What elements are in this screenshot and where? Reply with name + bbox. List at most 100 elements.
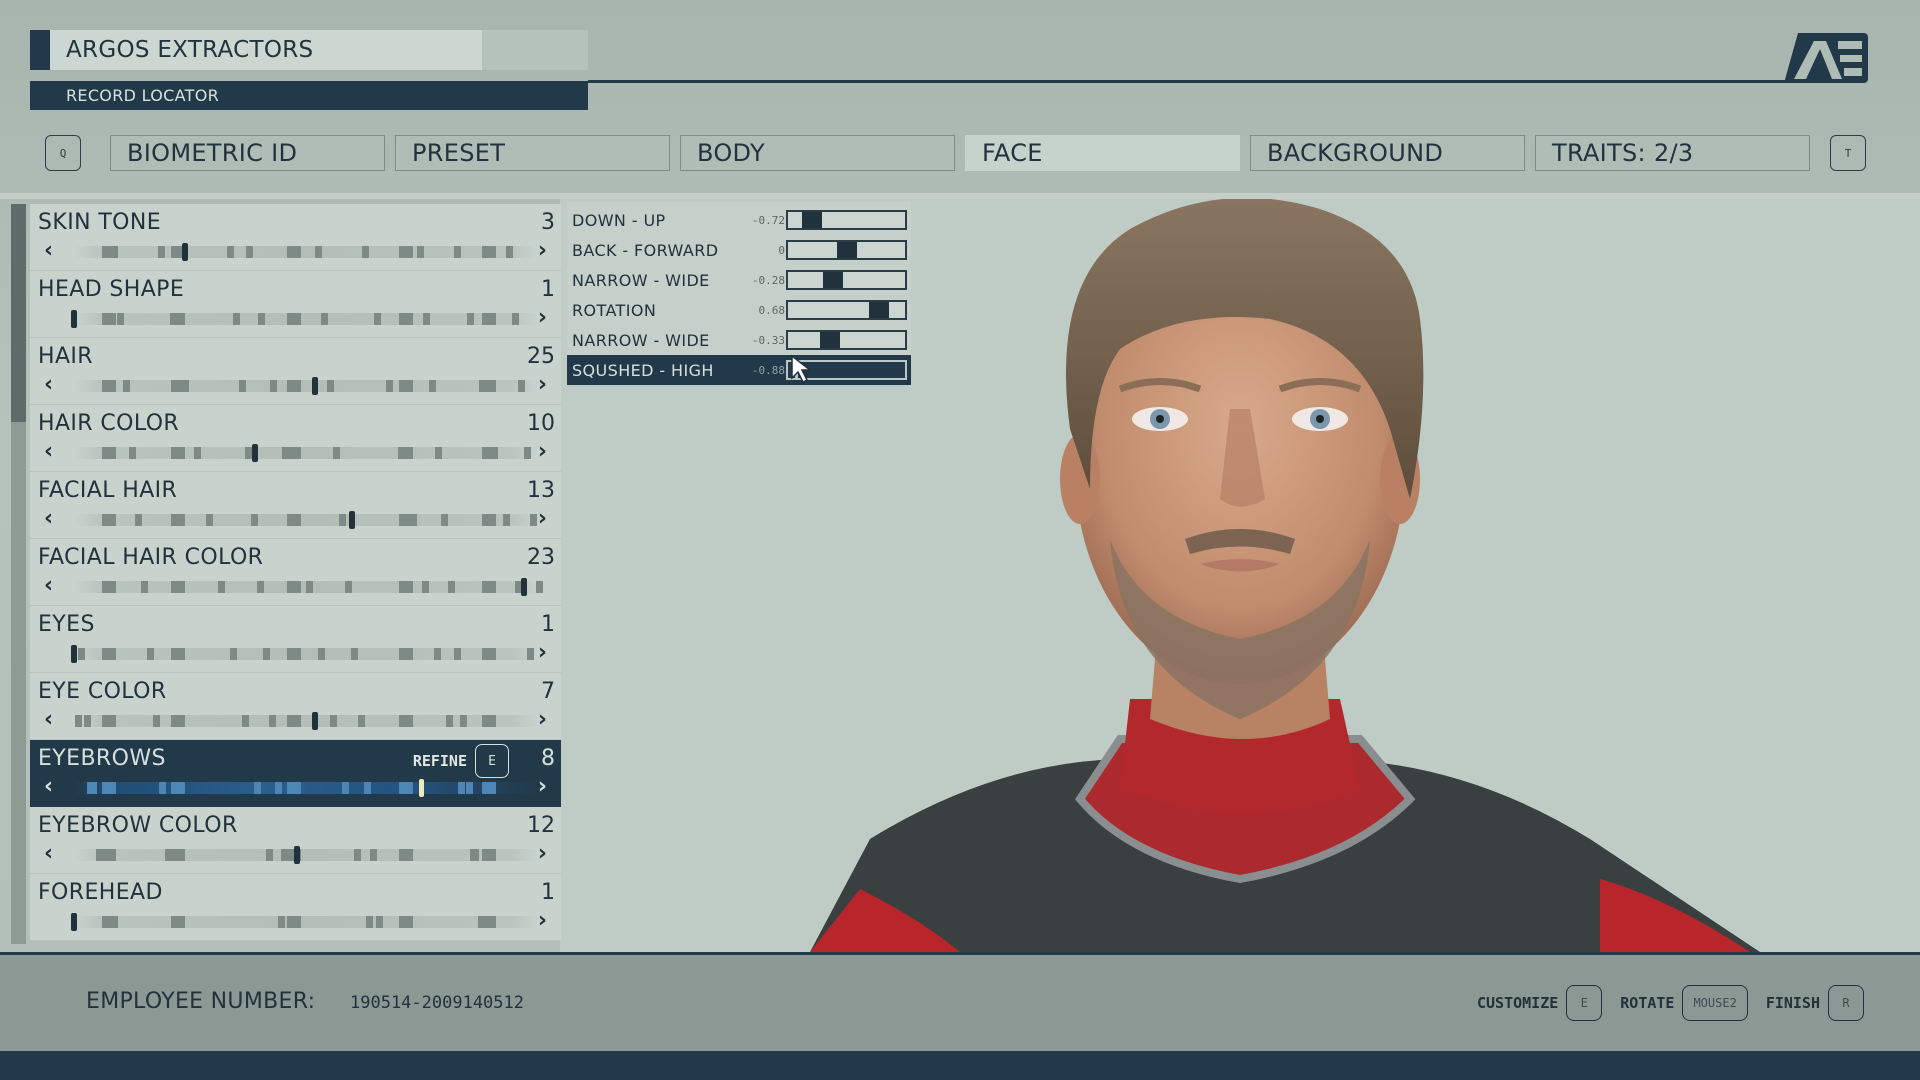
option-label: HAIR COLOR (38, 411, 180, 436)
tab-preset[interactable]: PRESET (395, 135, 670, 171)
character-portrait[interactable] (800, 199, 1800, 952)
refine-slider-track[interactable] (786, 330, 907, 350)
option-slider[interactable] (74, 511, 538, 529)
option-slider[interactable] (71, 310, 538, 328)
option-row-eyebrows[interactable]: EYEBROWS 8 REFINE E ‹ › (30, 740, 561, 807)
rotate-button[interactable]: ROTATE MOUSE2 (1620, 985, 1748, 1021)
option-row-forehead[interactable]: FOREHEAD 1 › (30, 874, 561, 941)
customize-button[interactable]: CUSTOMIZE E (1477, 985, 1603, 1021)
slider-knob[interactable] (182, 243, 189, 261)
refine-slider-track[interactable] (786, 210, 907, 230)
refine-slider-thumb[interactable] (836, 242, 857, 258)
slider-tick (482, 849, 497, 861)
tab-background[interactable]: BACKGROUND (1250, 135, 1525, 171)
option-row-facial-hair[interactable]: FACIAL HAIR 13 ‹ › (30, 472, 561, 539)
slider-tick (361, 246, 369, 258)
option-row-skin-tone[interactable]: SKIN TONE 3 ‹ › (30, 204, 561, 271)
option-slider[interactable] (74, 444, 538, 462)
option-row-hair[interactable]: HAIR 25 ‹ › (30, 338, 561, 405)
option-row-facial-hair-color[interactable]: FACIAL HAIR COLOR 23 ‹ (30, 539, 561, 606)
refine-slider-track[interactable] (786, 300, 907, 320)
prev-tab-key-hint[interactable]: Q (45, 135, 81, 171)
slider-knob[interactable] (71, 913, 77, 931)
refine-slider-row[interactable]: DOWN - UP -0.72 (567, 205, 911, 235)
slider-knob[interactable] (312, 377, 319, 395)
refine-slider-label: ROTATION (572, 300, 657, 320)
chevron-right-icon[interactable]: › (538, 508, 547, 530)
chevron-left-icon[interactable]: ‹ (44, 776, 53, 798)
refine-slider-row[interactable]: NARROW - WIDE -0.33 (567, 325, 911, 355)
next-tab-key-hint[interactable]: T (1830, 135, 1866, 171)
chevron-right-icon[interactable]: › (538, 374, 547, 396)
option-value: 23 (527, 545, 555, 570)
tab-biometric-id[interactable]: BIOMETRIC ID (110, 135, 385, 171)
chevron-left-icon[interactable]: ‹ (44, 575, 53, 597)
chevron-right-icon[interactable]: › (538, 709, 547, 731)
refine-slider-thumb[interactable] (869, 302, 890, 318)
option-slider[interactable] (74, 712, 538, 730)
finish-button[interactable]: FINISH R (1766, 985, 1864, 1021)
refine-button[interactable]: REFINE E (413, 744, 509, 778)
slider-tick (471, 849, 479, 861)
refine-slider-thumb[interactable] (820, 332, 841, 348)
chevron-right-icon[interactable]: › (538, 776, 547, 798)
refine-slider-row[interactable]: SQUSHED - HIGH -0.88 (567, 355, 911, 385)
slider-knob[interactable] (419, 779, 424, 797)
refine-slider-label: NARROW - WIDE (572, 270, 710, 290)
option-slider[interactable] (74, 243, 538, 261)
option-row-eyebrow-color[interactable]: EYEBROW COLOR 12 ‹ › (30, 807, 561, 874)
option-slider[interactable] (74, 846, 538, 864)
slider-tick (227, 246, 235, 258)
refine-slider-track[interactable] (786, 270, 907, 290)
chevron-right-icon[interactable]: › (538, 307, 547, 329)
option-slider[interactable] (71, 645, 538, 663)
title-accent-bar (30, 30, 50, 70)
chevron-left-icon[interactable]: ‹ (44, 843, 53, 865)
refine-slider-track[interactable] (786, 240, 907, 260)
slider-tick (327, 380, 335, 392)
chevron-right-icon[interactable]: › (538, 843, 547, 865)
option-row-eyes[interactable]: EYES 1 › (30, 606, 561, 673)
refine-slider-row[interactable]: BACK - FORWARD 0 (567, 235, 911, 265)
slider-tick (287, 246, 302, 258)
slider-knob[interactable] (71, 645, 77, 663)
option-slider[interactable] (74, 578, 543, 596)
tab-face[interactable]: FACE (965, 135, 1240, 171)
refine-slider-row[interactable]: ROTATION 0.68 (567, 295, 911, 325)
option-slider[interactable] (71, 913, 538, 931)
tab-traits[interactable]: TRAITS: 2/3 (1535, 135, 1810, 171)
chevron-right-icon[interactable]: › (538, 910, 547, 932)
option-label: FACIAL HAIR (38, 478, 178, 503)
chevron-right-icon[interactable]: › (538, 642, 547, 664)
option-row-eye-color[interactable]: EYE COLOR 7 ‹ › (30, 673, 561, 740)
slider-knob[interactable] (251, 444, 258, 462)
option-slider[interactable] (74, 377, 538, 395)
slider-knob[interactable] (293, 846, 300, 864)
refine-slider-row[interactable]: NARROW - WIDE -0.28 (567, 265, 911, 295)
slider-knob[interactable] (71, 310, 77, 328)
slider-tick (517, 380, 525, 392)
refine-slider-thumb[interactable] (801, 212, 822, 228)
refine-slider-thumb[interactable] (822, 272, 843, 288)
chevron-left-icon[interactable]: ‹ (44, 240, 53, 262)
chevron-left-icon[interactable]: ‹ (44, 508, 53, 530)
slider-knob[interactable] (312, 712, 319, 730)
slider-tick (171, 648, 186, 660)
option-slider[interactable] (74, 779, 538, 797)
chevron-left-icon[interactable]: ‹ (44, 441, 53, 463)
refine-slider-value: -0.72 (751, 213, 785, 227)
slider-knob[interactable] (521, 578, 528, 596)
slider-tick (458, 782, 466, 794)
option-row-hair-color[interactable]: HAIR COLOR 10 ‹ › (30, 405, 561, 472)
slider-knob[interactable] (349, 511, 356, 529)
tab-body[interactable]: BODY (680, 135, 955, 171)
option-row-head-shape[interactable]: HEAD SHAPE 1 › (30, 271, 561, 338)
chevron-right-icon[interactable]: › (538, 441, 547, 463)
slider-tick (373, 313, 381, 325)
chevron-left-icon[interactable]: ‹ (44, 709, 53, 731)
slider-tick (89, 782, 97, 794)
slider-tick (157, 246, 165, 258)
chevron-right-icon[interactable]: › (538, 240, 547, 262)
options-scrollbar-thumb[interactable] (11, 204, 26, 422)
chevron-left-icon[interactable]: ‹ (44, 374, 53, 396)
